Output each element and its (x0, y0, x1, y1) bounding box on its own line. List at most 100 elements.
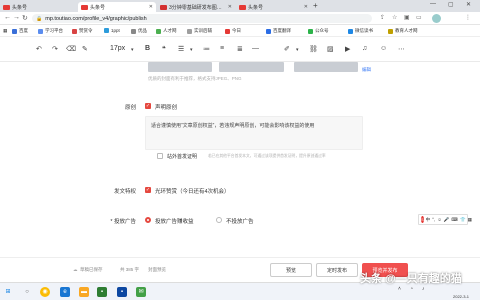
declare-original-checkbox[interactable]: ✓ (145, 103, 151, 109)
reading-list-icon[interactable]: ▭ (416, 14, 422, 21)
undo-icon[interactable]: ↶ (36, 45, 42, 53)
browser-icon[interactable]: e (60, 287, 70, 297)
ad-off-label: 不投放广告 (226, 219, 254, 225)
cover-tip: 优质的封面有利于推荐，格式支持JPEG、PNG (148, 76, 242, 81)
bookmark-icon (308, 28, 313, 34)
close-window-icon[interactable]: ✕ (466, 1, 471, 8)
new-tab-icon[interactable]: + (313, 1, 318, 10)
emoji-icon[interactable]: ☺ (380, 45, 387, 52)
skin-icon[interactable]: 👕 (460, 217, 466, 223)
toutiao-favicon-icon (160, 4, 167, 10)
declare-hint-box: 适合谨慎使用“文章原创权益”，若违规声明原创，可能会影响该权益的使用 (145, 116, 363, 150)
audio-icon[interactable]: ♫ (362, 45, 367, 52)
bookmark-item[interactable]: 百度翻译 (266, 28, 291, 34)
highlight-icon[interactable]: ✐ (284, 45, 290, 53)
bookmark-item[interactable]: 赞赏令 (72, 28, 93, 34)
browser-tab[interactable]: 头条号 (0, 2, 39, 12)
bookmark-item[interactable]: 公众号 (308, 28, 329, 34)
forward-icon[interactable]: → (13, 14, 20, 21)
align-left-icon[interactable]: ≡ (220, 45, 224, 52)
bookmark-item[interactable]: 今日 (225, 28, 241, 34)
chevron-down-icon[interactable]: ▾ (296, 47, 299, 53)
app-icon[interactable]: ▪ (97, 287, 107, 297)
bookmark-item[interactable]: 人才网 (156, 28, 177, 34)
cover-thumbnail[interactable] (294, 62, 358, 72)
back-icon[interactable]: ← (4, 14, 11, 21)
link-icon[interactable]: ⛓ (309, 45, 318, 53)
close-tab-icon[interactable]: ✕ (149, 4, 153, 10)
bookmark-icon (266, 28, 271, 34)
font-size-select[interactable]: 17px (110, 45, 125, 52)
chevron-down-icon[interactable]: ▾ (190, 47, 193, 53)
punctuation-icon[interactable]: °, (432, 217, 435, 222)
exclusive-proof-checkbox[interactable] (157, 153, 163, 159)
start-icon[interactable]: ⊞ (3, 287, 13, 297)
bookmark-item[interactable]: 教育人才网 (388, 28, 418, 34)
star-icon[interactable]: ☆ (392, 14, 397, 21)
keyboard-icon[interactable]: ⌨ (451, 217, 458, 223)
share-icon[interactable]: ⇪ (380, 14, 385, 21)
more-icon[interactable]: ⋯ (398, 45, 405, 53)
ime-mode-label[interactable]: 中 (426, 217, 431, 223)
menu-icon[interactable]: ⋮ (465, 14, 471, 21)
extensions-icon[interactable]: ▣ (404, 14, 410, 21)
maximize-icon[interactable]: ▢ (448, 1, 454, 8)
align-center-icon[interactable]: ≣ (237, 45, 243, 53)
bookmark-item[interactable]: 学习平台 (38, 28, 63, 34)
wechat-icon[interactable]: ✉ (136, 287, 146, 297)
bookmark-item[interactable]: 百度 (12, 28, 28, 34)
chevron-down-icon[interactable]: ▾ (131, 47, 134, 53)
redo-icon[interactable]: ↷ (52, 45, 58, 53)
apps-icon[interactable]: ▦ (3, 28, 7, 34)
bookmark-icon (388, 28, 393, 34)
draft-status: 草稿已保存 (80, 267, 103, 272)
bookmark-label: 微信读书 (355, 28, 373, 33)
appreciation-checkbox[interactable]: ✓ (145, 187, 151, 193)
bookmark-item[interactable]: 实训后辅 (187, 28, 212, 34)
bookmark-item[interactable]: 1ppt (104, 28, 120, 33)
url-field[interactable]: 🔒 mp.toutiao.com/profile_v4/graphic/publ… (32, 14, 372, 23)
ad-off-radio[interactable] (216, 217, 222, 223)
browser-tab-active[interactable]: 头条号 ✕ (78, 2, 156, 12)
chrome-icon[interactable]: ◉ (40, 287, 50, 297)
cover-preview-link[interactable]: 封面预览 (148, 267, 166, 273)
editor-toolbar: ↶ ↷ ⌫ ✎ 17px ▾ B ❝ ☰ ▾ ≔ ≡ ≣ — ✐ ▾ ⛓ ▨ ▶… (0, 37, 480, 62)
list-icon[interactable]: ☰ (178, 45, 184, 53)
browser-tab[interactable]: 3分钟零基础研发布图文… ✕ (157, 2, 235, 12)
ime-toolbar[interactable]: S 中 °, ☺ 🎤 ⌨ 👕 ▦ (418, 214, 472, 225)
close-tab-icon[interactable]: ✕ (228, 4, 232, 10)
cover-edit-link[interactable]: 编辑 (362, 67, 371, 73)
network-icon[interactable]: ◔ (410, 286, 413, 292)
ordered-list-icon[interactable]: ≔ (203, 45, 210, 53)
divider-icon[interactable]: — (252, 45, 259, 52)
bookmark-item[interactable]: 优品 (131, 28, 147, 34)
search-icon[interactable]: ○ (22, 287, 32, 297)
volume-icon[interactable]: ♪ (422, 286, 425, 292)
emoji-icon[interactable]: ☺ (437, 217, 442, 222)
browser-tab[interactable]: 头条号 ✕ (236, 2, 311, 12)
format-painter-icon[interactable]: ✎ (82, 45, 88, 53)
quote-icon[interactable]: ❝ (162, 45, 166, 53)
profile-avatar[interactable] (432, 14, 441, 23)
clear-format-icon[interactable]: ⌫ (66, 45, 76, 53)
bookmark-label: 人才网 (163, 28, 177, 33)
video-icon[interactable]: ▶ (345, 45, 350, 53)
image-icon[interactable]: ▨ (327, 45, 334, 53)
microphone-icon[interactable]: 🎤 (444, 217, 450, 223)
preview-button[interactable]: 预览 (270, 263, 312, 277)
tray-up-icon[interactable]: ˄ (398, 286, 401, 292)
ad-on-radio[interactable] (145, 217, 151, 223)
grid-icon[interactable]: ▦ (468, 217, 472, 223)
app-icon[interactable]: ▪ (117, 287, 127, 297)
schedule-publish-button[interactable]: 定时发布 (316, 263, 358, 277)
minimize-icon[interactable]: — (430, 1, 436, 7)
cover-thumbnail[interactable] (148, 62, 212, 72)
cover-thumbnail[interactable] (219, 62, 284, 72)
folder-icon[interactable]: ▬ (79, 287, 89, 297)
bookmark-item[interactable]: 微信读书 (348, 28, 373, 34)
bookmark-label: 今日 (232, 28, 241, 33)
close-tab-icon[interactable]: ✕ (304, 4, 308, 10)
bold-icon[interactable]: B (145, 45, 150, 52)
address-bar-row: ← → ↻ 🔒 mp.toutiao.com/profile_v4/graphi… (0, 12, 480, 25)
reload-icon[interactable]: ↻ (22, 14, 28, 22)
